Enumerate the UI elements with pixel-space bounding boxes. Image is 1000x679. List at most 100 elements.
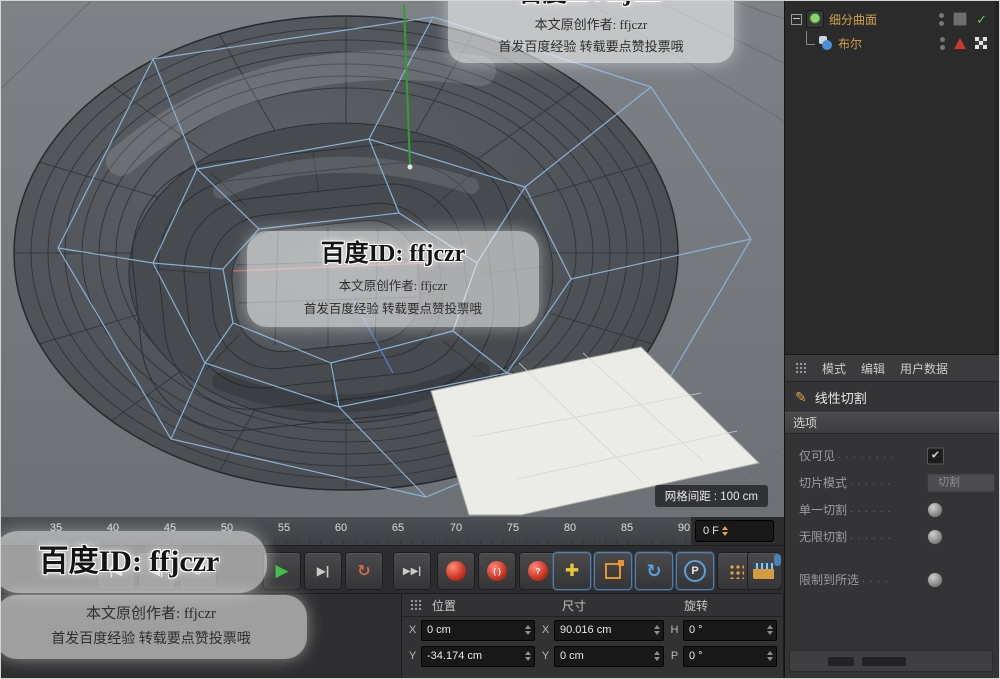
mesh-bump [227,216,425,357]
timeline-tick: 55 [269,522,299,534]
partially-visible-row[interactable] [789,650,993,672]
object-name[interactable]: 细分曲面 [829,11,877,28]
record-keyframe-button[interactable] [437,552,475,590]
options-section-header[interactable]: 选项 [785,412,1000,434]
rotation-h-field[interactable]: 0 ° [683,620,777,641]
timeline-tick: 75 [498,522,528,534]
axis-label: P [670,650,679,662]
record-help-button[interactable]: ? [519,552,557,590]
coordinate-system-button[interactable]: P [676,552,714,590]
goto-end-group: ▶▶| [393,552,431,590]
tab-user-data[interactable]: 用户数据 [900,360,948,377]
tab-mode[interactable]: 模式 [822,360,846,377]
axis-label: Y [541,650,550,662]
goto-start-button[interactable]: |◀ [97,552,135,590]
options-list: 仅可见 . . . . . . . . ✔ 切片模式 . . . . . . 切… [785,434,1000,593]
goto-end-icon: ▶▶| [403,566,421,577]
option-label: 单一切割 [799,501,847,518]
play-backward-button[interactable]: ↺ [179,552,217,590]
viewport-3d[interactable]: 网格间距 : 100 cm [1,1,784,517]
option-infinite-cut: 无限切割 . . . . . . [785,523,1000,550]
slice-mode-dropdown[interactable]: 切割 [927,473,995,492]
tag-icon[interactable] [953,12,967,26]
enabled-check-icon[interactable]: ✓ [976,13,987,26]
record-options-icon: ( ) [487,561,507,581]
viewport-canvas[interactable] [1,1,784,517]
film-strip-icon [753,563,775,579]
object-row-subdivision-surface[interactable]: 细分曲面 ✓ [785,7,1000,31]
scale-icon [605,563,621,579]
move-tool-button[interactable]: ✚ [553,552,591,590]
field-stepper[interactable] [767,651,773,661]
timeline-tick: 80 [555,522,585,534]
current-frame-field[interactable]: 0 F [695,520,774,542]
coordinates-panel: 位置 尺寸 旋转 X 0 cm X 90.016 cm H [401,593,784,679]
previous-frame-icon: ◀| [151,564,164,578]
tree-expander-icon[interactable] [791,14,802,25]
option-only-visible: 仅可见 . . . . . . . . ✔ [785,442,1000,469]
phong-triangle-icon[interactable] [954,38,966,49]
field-stepper[interactable] [525,651,531,661]
timeline-ruler[interactable]: 35 40 45 50 55 60 65 70 75 80 85 90 [1,517,691,546]
next-frame-button[interactable]: ▶| [304,552,342,590]
object-row-boole[interactable]: 布尔 [785,31,1000,55]
active-tool-row: ✎ 线性切割 [785,382,1000,412]
move-icon: ✚ [565,561,579,581]
rotation-p-field[interactable]: 0 ° [683,646,777,667]
option-label: 无限切割 [799,528,847,545]
axis-label: Y [408,650,417,662]
playback-nav-group: |◀ ◀| ↺ [97,552,217,590]
frame-field-area: 0 F [691,517,784,546]
restrict-selection-toggle[interactable] [927,572,943,588]
previous-frame-button[interactable]: ◀| [138,552,176,590]
timeline-tick: 90 [669,522,691,534]
goto-end-button[interactable]: ▶▶| [393,552,431,590]
frame-stepper[interactable] [722,526,728,536]
dots-grid-icon [728,563,744,579]
tab-edit[interactable]: 编辑 [861,360,885,377]
current-frame-value: 0 F [703,525,719,537]
scale-tool-button[interactable] [594,552,632,590]
field-stepper[interactable] [654,651,660,661]
rotate-tool-button[interactable]: ↻ [635,552,673,590]
position-x-field[interactable]: 0 cm [421,620,535,641]
goto-start-icon: |◀ [110,564,123,578]
single-cut-toggle[interactable] [927,502,943,518]
coordinates-row-y: Y -34.174 cm Y 0 cm P 0 ° [402,643,783,669]
obscured-glyph [828,657,854,666]
tool-group: ✚ ↻ P [553,552,755,590]
pen-icon: ✎ [795,389,807,406]
only-visible-checkbox[interactable]: ✔ [927,447,944,464]
object-name[interactable]: 布尔 [838,35,862,52]
tool-title: 线性切割 [815,388,867,407]
size-x-field[interactable]: 90.016 cm [554,620,664,641]
visibility-toggles[interactable] [940,37,945,50]
timeline-tick: 45 [155,522,185,534]
next-frame-icon: ▶| [317,564,330,578]
record-options-button[interactable]: ( ) [478,552,516,590]
boole-icon [817,35,833,51]
field-stepper[interactable] [767,625,773,635]
visibility-toggles[interactable] [939,13,944,26]
field-stepper[interactable] [525,625,531,635]
infinite-cut-toggle[interactable] [927,529,943,545]
record-icon [446,561,466,581]
rotate-icon: ↻ [646,561,661,582]
attribute-manager: 模式 编辑 用户数据 ✎ 线性切割 选项 仅可见 . . . . . . . .… [785,354,1000,679]
size-header: 尺寸 [562,597,684,614]
texture-tag-icon[interactable] [975,37,987,49]
size-y-field[interactable]: 0 cm [554,646,664,667]
axis-origin-handle [408,165,413,170]
position-header: 位置 [432,597,562,614]
play-icon: ▶ [275,561,288,581]
timeline-tick: 40 [98,522,128,534]
position-y-field[interactable]: -34.174 cm [421,646,535,667]
timeline-tick: 35 [41,522,71,534]
transport-scrollbar[interactable] [774,554,781,586]
panel-grip-icon [410,599,422,611]
timeline-tick: 65 [383,522,413,534]
play-button[interactable]: ▶ [263,552,301,590]
field-stepper[interactable] [654,625,660,635]
loop-button[interactable]: ↻ [345,552,383,590]
right-panel: 细分曲面 ✓ 布尔 模式 [784,1,1000,679]
